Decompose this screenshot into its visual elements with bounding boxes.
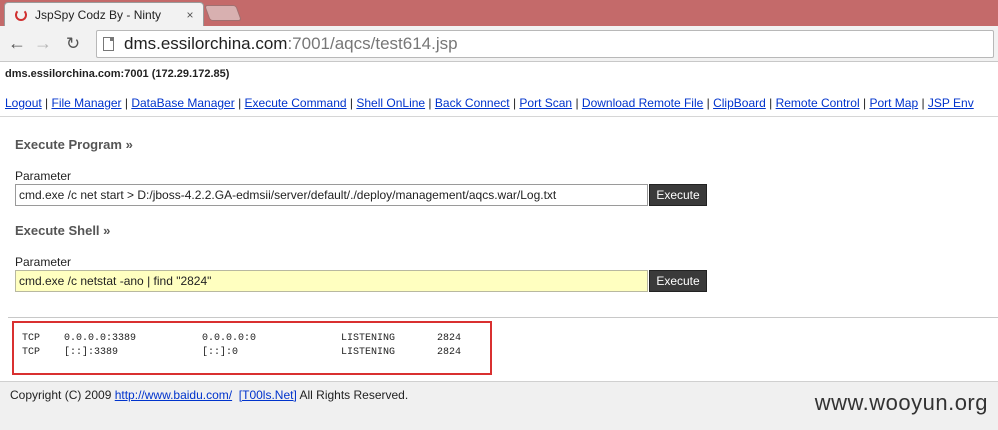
output-row: TCP 0.0.0.0:3389 0.0.0.0:0 LISTENING 282…: [22, 332, 490, 346]
output-cell: TCP: [22, 347, 41, 358]
raquo-icon: »: [103, 223, 111, 238]
nav-link-port-scan[interactable]: Port Scan: [519, 96, 572, 110]
url-host: dms.essilorchina.com: [124, 33, 288, 53]
shell-parameter-label: Parameter: [15, 255, 72, 269]
execute-shell-title: Execute Shell »: [15, 223, 110, 238]
divider: [0, 116, 998, 117]
new-tab-button[interactable]: [204, 5, 242, 21]
loading-spinner-icon: [15, 8, 27, 21]
main-nav: Logout | File Manager | DataBase Manager…: [5, 96, 974, 110]
program-parameter-input[interactable]: [15, 184, 648, 206]
nav-link-execute-command[interactable]: Execute Command: [245, 96, 347, 110]
output-cell: TCP: [22, 333, 41, 344]
page-icon: [103, 36, 114, 51]
nav-link-jsp-env[interactable]: JSP Env: [928, 96, 974, 110]
nav-link-port-map[interactable]: Port Map: [869, 96, 918, 110]
nav-link-shell-online[interactable]: Shell OnLine: [356, 96, 425, 110]
execute-program-button[interactable]: Execute: [649, 184, 707, 206]
execute-shell-title-text: Execute Shell: [15, 223, 100, 238]
output-cell: 2824: [437, 347, 462, 358]
nav-link-database-manager[interactable]: DataBase Manager: [131, 96, 234, 110]
reload-icon[interactable]: ↻: [62, 33, 84, 55]
nav-separator: |: [41, 96, 52, 110]
nav-link-back-connect[interactable]: Back Connect: [435, 96, 510, 110]
nav-separator: |: [346, 96, 357, 110]
forward-arrow-icon[interactable]: →: [32, 33, 54, 55]
baidu-link[interactable]: http://www.baidu.com/: [115, 388, 232, 402]
nav-link-logout[interactable]: Logout: [5, 96, 42, 110]
tab-title: JspSpy Codz By - Ninty: [35, 7, 162, 22]
browser-tab-bar: JspSpy Codz By - Ninty ×: [0, 0, 998, 26]
output-cell: 0.0.0.0:3389: [64, 333, 137, 344]
nav-link-file-manager[interactable]: File Manager: [52, 96, 122, 110]
nav-separator: |: [121, 96, 132, 110]
tab-close-icon[interactable]: ×: [183, 8, 197, 22]
nav-separator: |: [765, 96, 776, 110]
output-cell: 0.0.0.0:0: [202, 333, 257, 344]
address-bar[interactable]: dms.essilorchina.com:7001/aqcs/test614.j…: [96, 29, 994, 58]
shell-parameter-input[interactable]: [15, 270, 648, 292]
nav-separator: |: [509, 96, 520, 110]
host-info: dms.essilorchina.com:7001 (172.29.172.85…: [5, 68, 230, 80]
program-parameter-label: Parameter: [15, 169, 72, 183]
url-path: :7001/aqcs/test614.jsp: [287, 33, 458, 53]
nav-link-remote-control[interactable]: Remote Control: [776, 96, 860, 110]
browser-tab[interactable]: JspSpy Codz By - Ninty ×: [4, 2, 204, 26]
raquo-icon: »: [125, 137, 133, 152]
nav-link-download-remote-file[interactable]: Download Remote File: [582, 96, 703, 110]
copyright-suffix: All Rights Reserved.: [296, 388, 409, 402]
output-cell: [::]:3389: [64, 347, 119, 358]
nav-separator: |: [572, 96, 582, 110]
watermark: www.wooyun.org: [814, 390, 988, 415]
output-cell: LISTENING: [341, 347, 396, 358]
nav-separator: |: [425, 96, 435, 110]
output-cell: LISTENING: [341, 333, 396, 344]
execute-program-title-text: Execute Program: [15, 137, 122, 152]
t00ls-link[interactable]: [T00ls.Net]: [239, 388, 297, 402]
execute-program-title: Execute Program »: [15, 137, 133, 152]
nav-separator: |: [234, 96, 245, 110]
output-cell: [::]:0: [202, 347, 239, 358]
copyright-prefix: Copyright (C) 2009: [10, 388, 115, 402]
nav-link-clipboard[interactable]: ClipBoard: [713, 96, 766, 110]
command-output: TCP 0.0.0.0:3389 0.0.0.0:0 LISTENING 282…: [12, 321, 492, 375]
footer: Copyright (C) 2009 http://www.baidu.com/…: [0, 381, 998, 430]
nav-separator: |: [918, 96, 928, 110]
back-arrow-icon[interactable]: ←: [6, 33, 28, 55]
execute-shell-button[interactable]: Execute: [649, 270, 707, 292]
nav-separator: |: [859, 96, 870, 110]
nav-separator: |: [703, 96, 714, 110]
output-cell: 2824: [437, 333, 462, 344]
browser-toolbar: ← → ↻ dms.essilorchina.com:7001/aqcs/tes…: [0, 26, 998, 62]
divider: [8, 317, 998, 318]
output-row: TCP [::]:3389 [::]:0 LISTENING 2824: [22, 346, 490, 360]
copyright: Copyright (C) 2009 http://www.baidu.com/…: [10, 388, 408, 402]
